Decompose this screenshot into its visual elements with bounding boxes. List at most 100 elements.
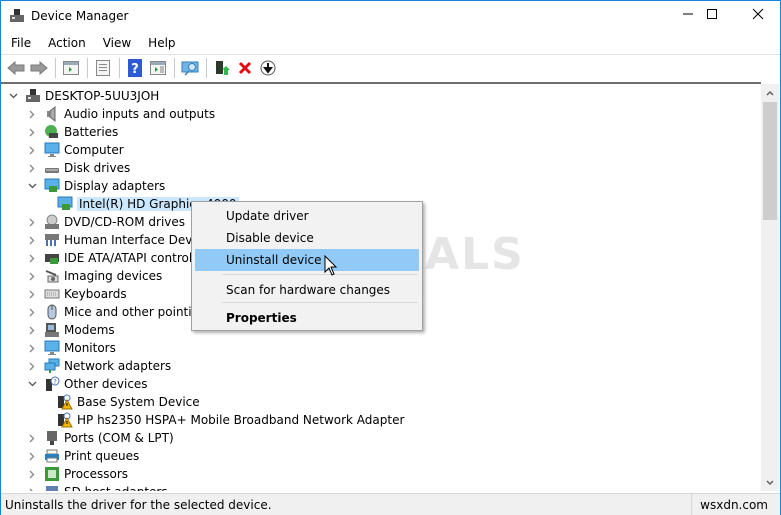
context-menu: Update driver Disable device Uninstall dev… <box>191 201 423 331</box>
chevron-right-icon[interactable] <box>26 321 38 339</box>
toolbar: ? <box>1 54 780 81</box>
tree-category-node[interactable]: Audio inputs and outputs <box>26 105 215 123</box>
update-driver-button[interactable] <box>211 57 233 79</box>
battery-icon <box>44 124 60 140</box>
tree-category-node[interactable]: Batteries <box>26 123 118 141</box>
chevron-right-icon[interactable] <box>26 123 38 141</box>
chevron-down-icon[interactable] <box>7 87 19 105</box>
back-button[interactable] <box>5 57 27 79</box>
tree-node-label: Base System Device <box>77 395 200 409</box>
maximize-button[interactable] <box>689 1 735 31</box>
tree-category-node[interactable]: SD host adapters <box>26 483 168 491</box>
close-button[interactable] <box>735 1 781 31</box>
tree-category-node[interactable]: Keyboards <box>26 285 127 303</box>
context-menu-item-scan-for-hardware-changes[interactable]: Scan for hardware changes <box>195 279 419 301</box>
context-menu-item-disable-device[interactable]: Disable device <box>195 227 419 249</box>
warning-device-icon <box>57 412 73 428</box>
tree-category-node[interactable]: Human Interface Devices <box>26 231 216 249</box>
title-bar: Device Manager <box>1 1 780 31</box>
chevron-right-icon[interactable] <box>26 141 38 159</box>
chevron-right-icon[interactable] <box>26 249 38 267</box>
action-pane-icon <box>150 61 166 75</box>
monitor-icon <box>44 142 60 158</box>
tree-category-node[interactable]: ? Other devices <box>26 375 148 393</box>
display-adapter-icon <box>44 178 60 194</box>
chevron-right-icon[interactable] <box>26 231 38 249</box>
chevron-down-icon[interactable] <box>26 177 38 195</box>
chevron-right-icon[interactable] <box>26 483 38 491</box>
mouse-cursor-icon <box>324 255 338 276</box>
mouse-icon <box>44 304 60 320</box>
chevron-right-icon[interactable] <box>26 213 38 231</box>
tree-category-node[interactable]: Imaging devices <box>26 267 162 285</box>
menu-action[interactable]: Action <box>41 36 93 50</box>
keyboard-icon <box>44 286 60 302</box>
monitor-icon <box>44 340 60 356</box>
scrollbar-thumb[interactable] <box>763 102 777 220</box>
context-menu-item-uninstall-device[interactable]: Uninstall device <box>195 249 419 271</box>
context-menu-item-update-driver[interactable]: Update driver <box>195 205 419 227</box>
context-menu-separator <box>222 274 418 275</box>
window-title: Device Manager <box>31 9 129 23</box>
svg-text:?: ? <box>53 378 57 386</box>
status-bar: Uninstalls the driver for the selected d… <box>1 493 780 515</box>
tree-device-node[interactable]: Base System Device <box>45 393 200 411</box>
tree-category-node[interactable]: Computer <box>26 141 124 159</box>
tree-category-node[interactable]: Ports (COM & LPT) <box>26 429 174 447</box>
tree-category-node[interactable]: Network adapters <box>26 357 171 375</box>
chevron-right-icon[interactable] <box>26 159 38 177</box>
back-arrow-icon <box>7 61 25 75</box>
chevron-right-icon[interactable] <box>26 357 38 375</box>
vertical-scrollbar[interactable] <box>761 84 779 491</box>
scroll-up-button[interactable] <box>761 84 779 101</box>
toolbar-separator <box>206 58 207 78</box>
update-driver-icon <box>216 61 230 75</box>
chevron-right-icon[interactable] <box>26 465 38 483</box>
chevron-right-icon[interactable] <box>26 429 38 447</box>
help-button[interactable]: ? <box>124 57 146 79</box>
hid-icon <box>44 232 60 248</box>
menu-help[interactable]: Help <box>141 36 182 50</box>
cpu-icon <box>44 466 60 482</box>
menu-view[interactable]: View <box>96 36 138 50</box>
chevron-right-icon[interactable] <box>26 447 38 465</box>
chevron-right-icon[interactable] <box>26 285 38 303</box>
scroll-down-button[interactable] <box>761 474 779 491</box>
tree-node-label: Keyboards <box>64 287 127 301</box>
chevron-right-icon[interactable] <box>26 267 38 285</box>
scan-hardware-button[interactable] <box>179 57 201 79</box>
chevron-right-icon[interactable] <box>26 339 38 357</box>
tree-category-node[interactable]: Modems <box>26 321 115 339</box>
scan-monitor-icon <box>181 61 199 76</box>
chevron-right-icon[interactable] <box>26 105 38 123</box>
tree-node-label: Print queues <box>64 449 140 463</box>
action-pane-button[interactable] <box>147 57 169 79</box>
device-manager-window: Device Manager File Action View Help ? D… <box>0 0 781 515</box>
tree-category-node[interactable]: IDE ATA/ATAPI controllers <box>26 249 214 267</box>
chevron-right-icon[interactable] <box>26 303 38 321</box>
context-menu-item-properties[interactable]: Properties <box>195 307 419 329</box>
close-icon <box>752 8 764 24</box>
uninstall-x-icon <box>238 61 252 75</box>
menu-bar: File Action View Help <box>1 33 780 53</box>
tree-root-node[interactable]: DESKTOP-5UU3JOH <box>7 87 159 105</box>
tree-category-node[interactable]: Processors <box>26 465 128 483</box>
forward-button[interactable] <box>28 57 50 79</box>
disable-device-button[interactable] <box>257 57 279 79</box>
svg-text:?: ? <box>131 62 139 77</box>
uninstall-button[interactable] <box>234 57 256 79</box>
tree-category-node[interactable]: Display adapters <box>26 177 165 195</box>
chevron-down-icon[interactable] <box>26 375 38 393</box>
tree-category-node[interactable]: Disk drives <box>26 159 130 177</box>
tree-device-node[interactable]: HP hs2350 HSPA+ Mobile Broadband Network… <box>45 411 404 429</box>
tree-category-node[interactable]: DVD/CD-ROM drives <box>26 213 185 231</box>
tree-node-label: Ports (COM & LPT) <box>64 431 174 445</box>
site-watermark: wsxdn.com <box>691 494 776 515</box>
camera-icon <box>44 268 60 284</box>
tree-category-node[interactable]: Print queues <box>26 447 139 465</box>
tree-category-node[interactable]: Monitors <box>26 339 116 357</box>
menu-file[interactable]: File <box>4 36 38 50</box>
console-tree-button[interactable] <box>60 57 82 79</box>
unknown-icon: ? <box>44 376 60 392</box>
properties-button[interactable] <box>92 57 114 79</box>
